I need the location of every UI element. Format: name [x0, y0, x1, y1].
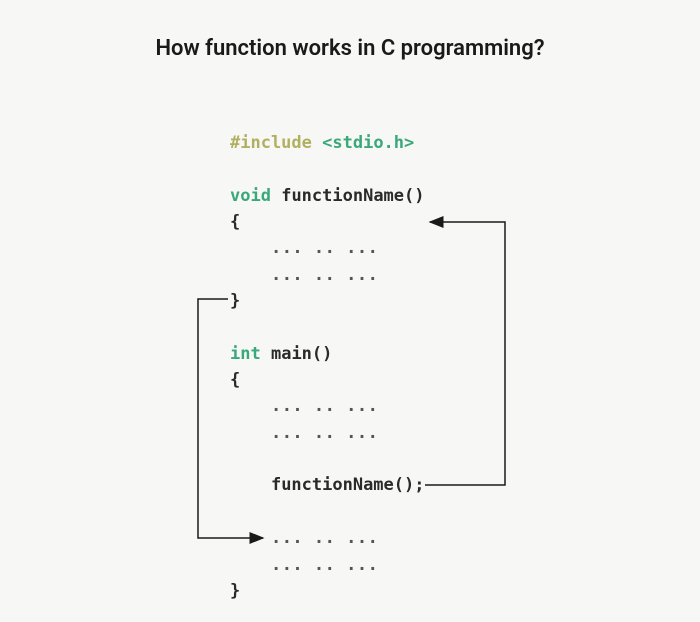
- function-body-line: ... .. ...: [230, 262, 425, 288]
- blank-line: [230, 446, 425, 472]
- header-name: <stdio.h>: [322, 133, 414, 153]
- ellipsis: ... .. ...: [271, 423, 378, 443]
- function-call-line: functionName();: [230, 472, 425, 498]
- function-call: functionName();: [271, 475, 425, 495]
- close-brace: }: [230, 288, 425, 314]
- blank-line: [230, 156, 425, 182]
- main-name: main(): [271, 344, 332, 364]
- blank-line: [230, 314, 425, 340]
- main-body-line: ... .. ...: [230, 525, 425, 551]
- ellipsis: ... .. ...: [271, 555, 378, 575]
- function-signature: void functionName(): [230, 183, 425, 209]
- ellipsis: ... .. ...: [271, 396, 378, 416]
- open-brace: {: [230, 367, 425, 393]
- close-brace: }: [230, 578, 425, 604]
- function-name-decl: functionName(): [281, 186, 424, 206]
- main-body-line: ... .. ...: [230, 393, 425, 419]
- blank-line: [230, 499, 425, 525]
- open-brace: {: [230, 209, 425, 235]
- void-keyword: void: [230, 186, 271, 206]
- include-line: #include <stdio.h>: [230, 130, 425, 156]
- main-body-line: ... .. ...: [230, 420, 425, 446]
- main-body-line: ... .. ...: [230, 552, 425, 578]
- call-arrow: [425, 222, 505, 485]
- main-signature: int main(): [230, 341, 425, 367]
- function-body-line: ... .. ...: [230, 235, 425, 261]
- ellipsis: ... .. ...: [271, 265, 378, 285]
- diagram-title: How function works in C programming?: [0, 36, 700, 61]
- code-block: #include <stdio.h> void functionName() {…: [230, 130, 425, 604]
- int-keyword: int: [230, 344, 261, 364]
- include-directive: #include: [230, 133, 312, 153]
- ellipsis: ... .. ...: [271, 528, 378, 548]
- ellipsis: ... .. ...: [271, 238, 378, 258]
